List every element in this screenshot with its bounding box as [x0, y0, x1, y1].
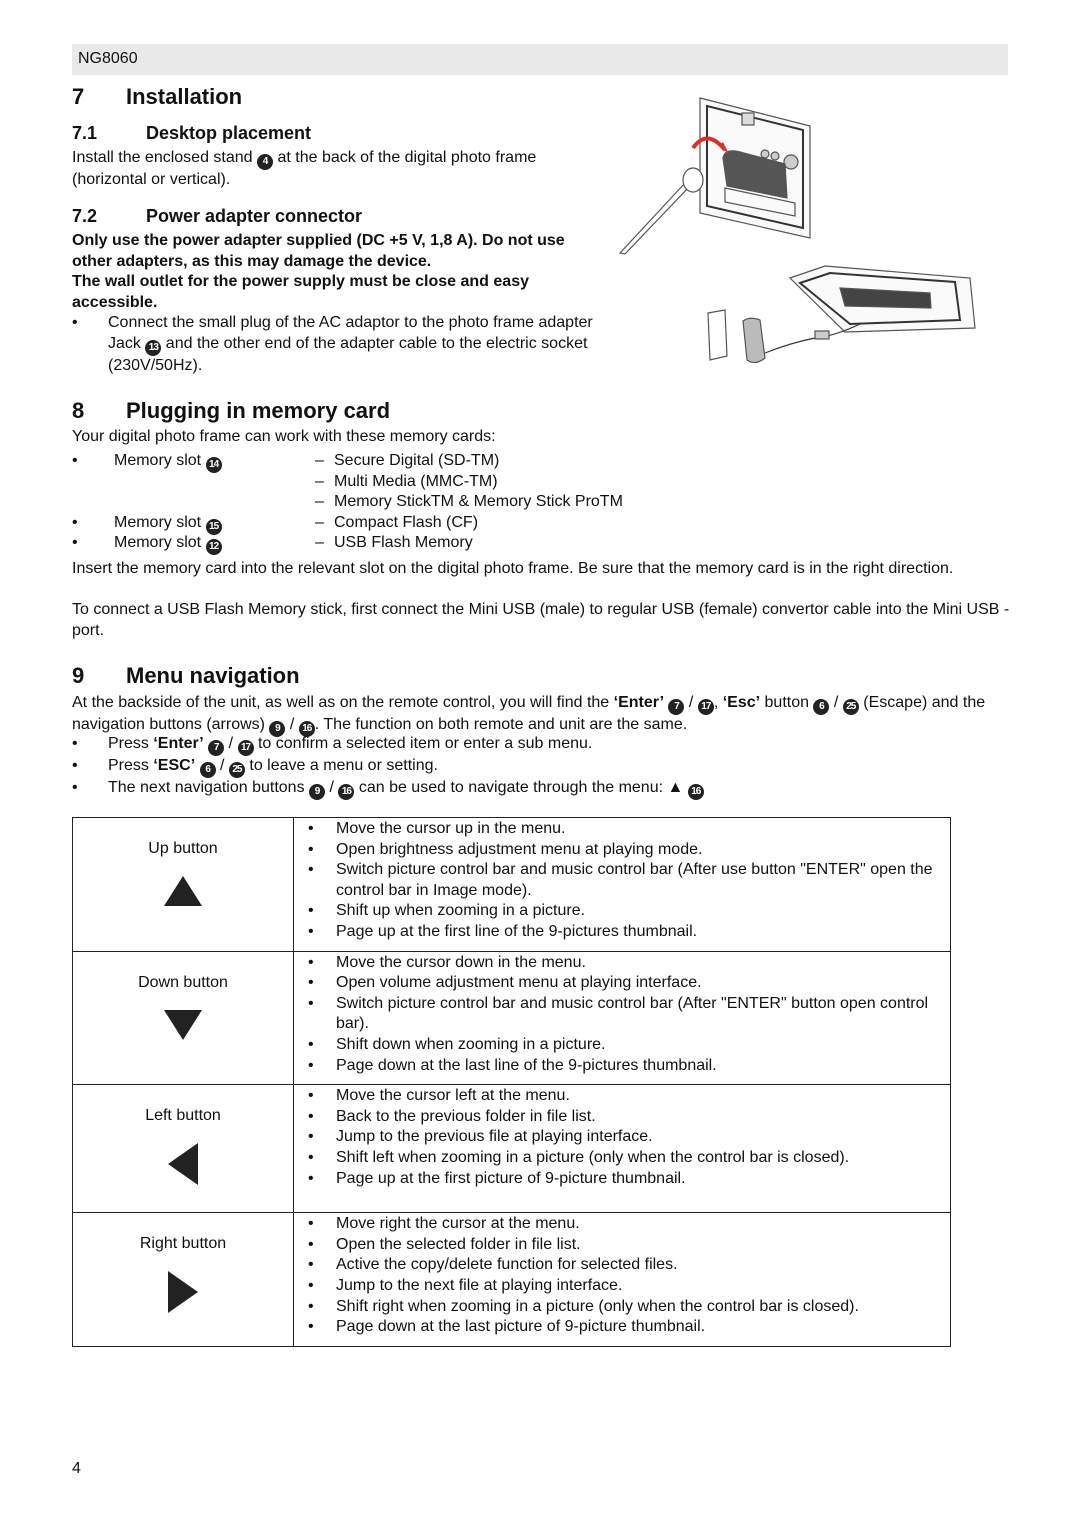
section-7-heading: 7 Installation — [72, 84, 243, 109]
page-number: 4 — [72, 1460, 81, 1477]
button-label: Up button — [148, 840, 218, 857]
function-list: Move the cursor down in the menu. Open v… — [302, 953, 942, 1077]
photo-frame-back-illustration — [618, 97, 811, 255]
callout-badge: 16 — [687, 784, 704, 800]
memory-card-intro: Your digital photo frame can work with t… — [72, 428, 496, 445]
card-type: Secure Digital (SD-TM) — [334, 452, 500, 469]
desktop-placement-text: Install the enclosed stand 4 at the back… — [72, 149, 537, 188]
button-label: Down button — [138, 973, 228, 991]
callout-badge: 13 — [145, 339, 162, 356]
down-arrow-icon — [164, 1009, 202, 1040]
callout-badge: 7 — [208, 740, 225, 756]
callout-badge: 6 — [199, 762, 216, 778]
callout-badge: 9 — [309, 784, 326, 800]
callout-badge: 17 — [697, 699, 714, 715]
power-warning-2: The wall outlet for the power supply mus… — [72, 273, 529, 311]
section-7-2-heading: 7.2 Power adapter connector — [72, 206, 363, 226]
callout-badge: 4 — [257, 154, 274, 170]
insert-card-paragraph: Insert the memory card into the relevant… — [72, 560, 954, 577]
right-arrow-icon — [168, 1271, 198, 1314]
button-label: Right button — [139, 1235, 227, 1253]
bullet-item: • Press ‘Enter’ 7 / 17 to confirm a selec… — [72, 734, 1002, 756]
bullet-item: • Press ‘ESC’ 6 / 25 to leave a menu or s… — [72, 756, 1002, 778]
callout-badge: 15 — [205, 518, 222, 535]
card-type: Memory StickTM & Memory Stick ProTM — [334, 493, 623, 511]
callout-badge: 14 — [205, 457, 222, 473]
up-arrow-icon — [164, 876, 202, 906]
callout-badge: 6 — [813, 699, 830, 715]
menu-navigation-bullets: • Press ‘Enter’ 7 / 17 to confirm a selec… — [72, 734, 1002, 800]
power-warning-1: Only use the power adapter supplied (DC … — [72, 232, 565, 270]
table-row: Right button Move right the cursor at th… — [72, 1212, 951, 1347]
document-header: NG8060 — [72, 44, 1008, 75]
card-type: Compact Flash (CF) — [334, 513, 479, 531]
installation-illustration — [618, 97, 976, 364]
function-list: Move the cursor up in the menu. Open bri… — [302, 819, 942, 943]
power-connect-bullet: • Connect the small plug of the AC adapt… — [72, 314, 593, 374]
table-row: Down button Move the cursor down in the … — [72, 950, 951, 1086]
bullet-item: • The next navigation buttons 9 / 16 can … — [72, 778, 1002, 800]
up-arrow-icon: ▲ — [667, 779, 684, 796]
callout-badge: 7 — [668, 699, 685, 715]
left-arrow-icon — [168, 1143, 198, 1186]
callout-badge: 12 — [205, 539, 222, 556]
navigation-button-table: Up button Move the cursor up in the menu… — [72, 817, 951, 1347]
usb-paragraph: To connect a USB Flash Memory stick, fir… — [72, 601, 1010, 639]
callout-badge: 25 — [842, 699, 859, 715]
section-7-1-heading: 7.1 Desktop placement — [72, 123, 312, 143]
section-8-heading: 8 Plugging in memory card — [72, 398, 391, 423]
model-number: NG8060 — [78, 50, 138, 67]
function-list: Move the cursor left at the menu. Back t… — [302, 1086, 942, 1189]
card-type: Multi Media (MMC-TM) — [334, 472, 498, 490]
photo-frame-adapter-illustration — [707, 265, 976, 364]
callout-badge: 16 — [338, 784, 355, 800]
callout-badge: 17 — [237, 740, 254, 756]
function-list: Move right the cursor at the menu. Open … — [302, 1214, 942, 1338]
section-9-heading: 9 Menu navigation — [72, 663, 300, 688]
card-type: USB Flash Memory — [334, 534, 473, 552]
button-label: Left button — [145, 1107, 221, 1125]
callout-badge: 25 — [228, 762, 245, 778]
table-row: Left button Move the cursor left at the … — [72, 1084, 951, 1214]
table-row: Up button Move the cursor up in the menu… — [72, 817, 951, 952]
menu-navigation-intro: At the backside of the unit, as well as … — [72, 693, 1002, 737]
